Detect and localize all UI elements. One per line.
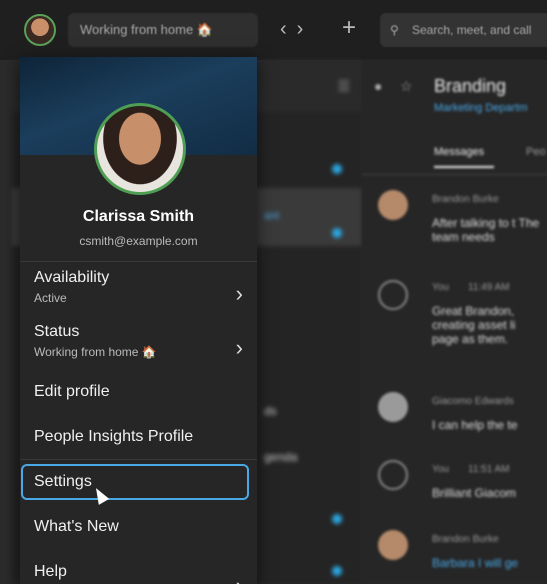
message-time: 11:51 AM <box>468 464 510 475</box>
unread-dot <box>332 164 342 174</box>
filter-icon[interactable]: ☰ <box>337 78 350 95</box>
menu-item-sub: Working from home 🏠 <box>34 345 157 359</box>
list-item-fragment: ds <box>264 404 277 418</box>
menu-item-whats-new[interactable]: What's New <box>20 518 257 550</box>
history-nav: ‹› <box>280 18 313 41</box>
menu-item-label: Status <box>34 323 80 340</box>
profile-name: Clarissa Smith <box>82 208 195 225</box>
search-placeholder: Search, meet, and call <box>412 23 532 37</box>
list-item-fragment: ant <box>264 210 280 222</box>
menu-item-edit-profile[interactable]: Edit profile <box>20 383 257 415</box>
space-icon: ● <box>374 78 383 94</box>
message-author: You <box>432 464 449 475</box>
message-avatar <box>378 392 408 422</box>
message-text: After talking to t The team needs <box>432 216 540 244</box>
chevron-right-icon: › <box>236 573 243 584</box>
unread-dot <box>332 566 342 576</box>
message-text: Brilliant Giacom <box>432 486 517 500</box>
profile-email: csmith@example.com <box>79 234 198 248</box>
tab-people[interactable]: Peo <box>526 146 546 158</box>
menu-item-settings[interactable]: Settings <box>21 464 249 500</box>
profile-menu: Clarissa Smith csmith@example.com Availa… <box>20 57 257 584</box>
message-time: 11:49 AM <box>468 282 510 293</box>
space-subtitle: Marketing Departm <box>434 102 528 114</box>
menu-item-label: Help <box>34 563 67 580</box>
profile-avatar[interactable] <box>94 103 186 195</box>
chevron-right-icon: › <box>235 335 243 360</box>
self-avatar <box>378 280 408 310</box>
conversation-panel: ● ☆ Branding Marketing Departm Messages … <box>362 60 547 584</box>
menu-divider <box>20 459 257 460</box>
tab-indicator <box>434 166 494 168</box>
message-avatar <box>378 530 408 560</box>
tab-divider <box>362 174 547 175</box>
unread-dot <box>332 228 342 238</box>
menu-item-help[interactable]: Help › <box>20 563 257 584</box>
space-title: Branding <box>434 76 507 96</box>
chevron-right-icon: › <box>235 281 243 306</box>
new-button[interactable]: + <box>342 14 356 42</box>
message-author: Giacomo Edwards <box>432 396 514 407</box>
search-input[interactable]: ⚲ Search, meet, and call <box>380 13 547 47</box>
tab-messages[interactable]: Messages <box>434 146 484 158</box>
search-icon: ⚲ <box>390 23 399 37</box>
menu-divider <box>20 261 257 262</box>
menu-item-label: Availability <box>34 269 110 286</box>
menu-item-status[interactable]: Status Working from home 🏠 › <box>20 323 257 373</box>
message-author: You <box>432 282 449 293</box>
forward-button[interactable]: › <box>297 18 314 40</box>
back-button[interactable]: ‹ <box>280 18 297 40</box>
menu-item-availability[interactable]: Availability Active › <box>20 269 257 319</box>
message-avatar <box>378 190 408 220</box>
message-text: Barbara I will ge <box>432 556 519 570</box>
menu-item-sub: Active <box>34 291 67 305</box>
menu-item-label: Settings <box>34 473 92 490</box>
title-bar: Working from home 🏠 ‹› + ⚲ Search, meet,… <box>0 0 547 60</box>
message-author: Brandon Burke <box>432 194 499 205</box>
message-author: Brandon Burke <box>432 534 499 545</box>
user-avatar-button[interactable] <box>24 14 56 46</box>
message-text: I can help the te <box>432 418 518 432</box>
status-pill[interactable]: Working from home 🏠 <box>68 13 258 47</box>
status-pill-text: Working from home 🏠 <box>80 22 213 37</box>
self-avatar <box>378 460 408 490</box>
menu-item-label: What's New <box>34 518 119 535</box>
menu-item-label: People Insights Profile <box>34 428 194 445</box>
menu-item-people-insights[interactable]: People Insights Profile <box>20 428 257 460</box>
star-icon[interactable]: ☆ <box>400 78 413 95</box>
unread-dot <box>332 514 342 524</box>
menu-item-label: Edit profile <box>34 383 110 400</box>
message-text: Great Brandon, creating asset li page as… <box>432 304 516 346</box>
list-item-fragment: genda <box>264 450 298 464</box>
